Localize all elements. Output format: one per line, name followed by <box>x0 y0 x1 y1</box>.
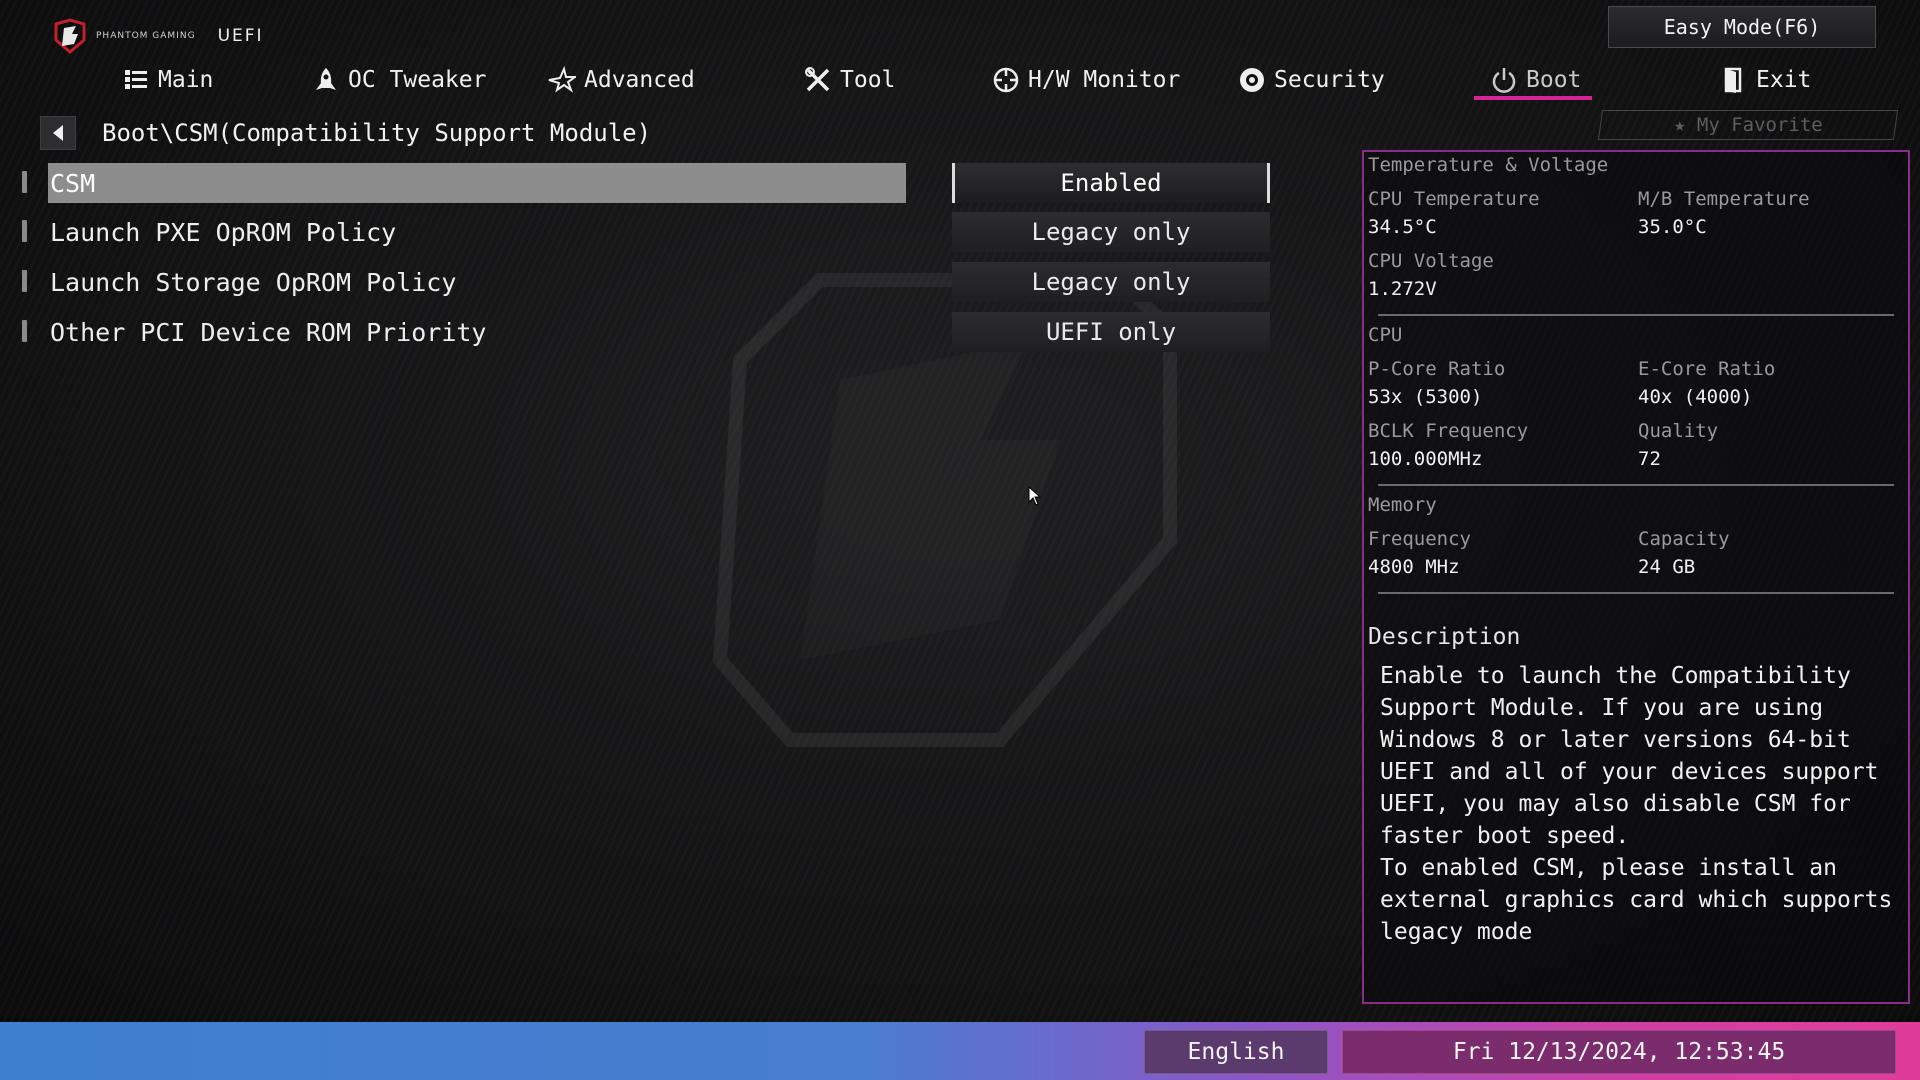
shield-icon <box>1240 68 1264 92</box>
tab-label: Exit <box>1756 67 1812 93</box>
uefi-label: UEFI <box>217 26 264 46</box>
description-title: Description <box>1368 624 1521 650</box>
setting-row-storage-oprom[interactable]: Launch Storage OpROM Policy Legacy only <box>18 262 1278 302</box>
cpu-section-title: CPU <box>1368 324 1403 346</box>
quality-label: Quality <box>1638 420 1719 442</box>
setting-value-dropdown[interactable]: UEFI only <box>952 312 1270 352</box>
tools-icon <box>805 67 830 92</box>
my-favorite-label: ★ My Favorite <box>1673 114 1823 136</box>
active-tab-indicator <box>1474 96 1592 100</box>
setting-value-dropdown[interactable]: Legacy only <box>952 262 1270 302</box>
ecore-ratio-label: E-Core Ratio <box>1638 358 1776 380</box>
tab-oc-tweaker[interactable]: OC Tweaker <box>312 56 486 104</box>
easy-mode-button[interactable]: Easy Mode(F6) <box>1608 6 1876 48</box>
tab-label: Security <box>1274 67 1385 93</box>
description-text: Enable to launch the Compatibility Suppo… <box>1380 663 1893 945</box>
tab-exit[interactable]: Exit <box>1720 56 1811 104</box>
breadcrumb-path: Boot\CSM(Compatibility Support Module) <box>102 119 652 147</box>
tab-security[interactable]: Security <box>1238 56 1385 104</box>
top-nav: Main OC Tweaker Advanced Tool H/W Monito… <box>0 56 1920 104</box>
mb-temp-value: 35.0°C <box>1638 216 1707 238</box>
phantom-gaming-logo-icon <box>54 18 86 54</box>
hardware-info-panel: Temperature & Voltage CPU Temperature 34… <box>1362 150 1910 1004</box>
memory-frequency-value: 4800 MHz <box>1368 556 1460 578</box>
door-icon <box>1724 67 1742 93</box>
setting-row-csm[interactable]: CSM Enabled <box>18 163 1278 203</box>
tab-tool[interactable]: Tool <box>804 56 895 104</box>
tab-main[interactable]: Main <box>122 56 213 104</box>
star-icon <box>548 66 576 93</box>
power-icon <box>1492 68 1516 93</box>
quality-value: 72 <box>1638 448 1661 470</box>
language-button[interactable]: English <box>1144 1030 1328 1074</box>
row-marker <box>22 220 27 242</box>
tab-advanced[interactable]: Advanced <box>548 56 695 104</box>
rocket-icon <box>316 68 336 90</box>
memory-section-title: Memory <box>1368 494 1437 516</box>
back-arrow-icon <box>53 125 63 141</box>
tab-label: Main <box>158 67 214 93</box>
setting-row-pxe-oprom[interactable]: Launch PXE OpROM Policy Legacy only <box>18 212 1278 252</box>
ecore-ratio-value: 40x (4000) <box>1638 386 1753 408</box>
bclk-label: BCLK Frequency <box>1368 420 1529 442</box>
pcore-ratio-value: 53x (5300) <box>1368 386 1483 408</box>
datetime-display[interactable]: Fri 12/13/2024, 12:53:45 <box>1342 1030 1896 1074</box>
divider <box>1378 314 1894 316</box>
memory-frequency-label: Frequency <box>1368 528 1471 550</box>
bclk-value: 100.000MHz <box>1368 448 1483 470</box>
cpu-temp-label: CPU Temperature <box>1368 188 1540 210</box>
list-icon <box>125 70 147 89</box>
tab-label: Tool <box>840 67 896 93</box>
cpu-voltage-value: 1.272V <box>1368 278 1437 300</box>
tab-label: Boot <box>1526 67 1582 93</box>
setting-label: Other PCI Device ROM Priority <box>50 317 487 347</box>
row-marker <box>22 320 27 342</box>
row-marker <box>22 270 27 292</box>
setting-label: Launch PXE OpROM Policy <box>50 217 397 247</box>
brand-logo: PHANTOM GAMING UEFI <box>52 18 264 54</box>
setting-row-pci-rom-priority[interactable]: Other PCI Device ROM Priority UEFI only <box>18 312 1278 352</box>
cpu-temp-value: 34.5°C <box>1368 216 1437 238</box>
tab-label: H/W Monitor <box>1028 67 1181 93</box>
setting-value-dropdown[interactable]: Enabled <box>952 163 1270 203</box>
tab-hw-monitor[interactable]: H/W Monitor <box>992 56 1180 104</box>
breadcrumb: Boot\CSM(Compatibility Support Module) <box>40 116 651 150</box>
tab-label: Advanced <box>584 67 695 93</box>
panel-title: Temperature & Voltage <box>1368 154 1609 176</box>
mouse-cursor-icon <box>1028 486 1042 506</box>
brand-name: PHANTOM GAMING <box>96 31 196 41</box>
mb-temp-label: M/B Temperature <box>1638 188 1810 210</box>
divider <box>1378 484 1894 486</box>
tab-label: OC Tweaker <box>348 67 487 93</box>
memory-capacity-label: Capacity <box>1638 528 1730 550</box>
setting-value-dropdown[interactable]: Legacy only <box>952 212 1270 252</box>
memory-capacity-value: 24 GB <box>1638 556 1696 578</box>
back-button[interactable] <box>40 116 76 150</box>
row-marker <box>22 171 27 193</box>
setting-label: Launch Storage OpROM Policy <box>50 267 457 297</box>
my-favorite-button[interactable]: ★ My Favorite <box>1597 110 1899 140</box>
divider <box>1378 592 1894 594</box>
setting-label: CSM <box>48 163 906 203</box>
cpu-voltage-label: CPU Voltage <box>1368 250 1494 272</box>
pcore-ratio-label: P-Core Ratio <box>1368 358 1506 380</box>
crosshair-icon <box>993 67 1019 93</box>
